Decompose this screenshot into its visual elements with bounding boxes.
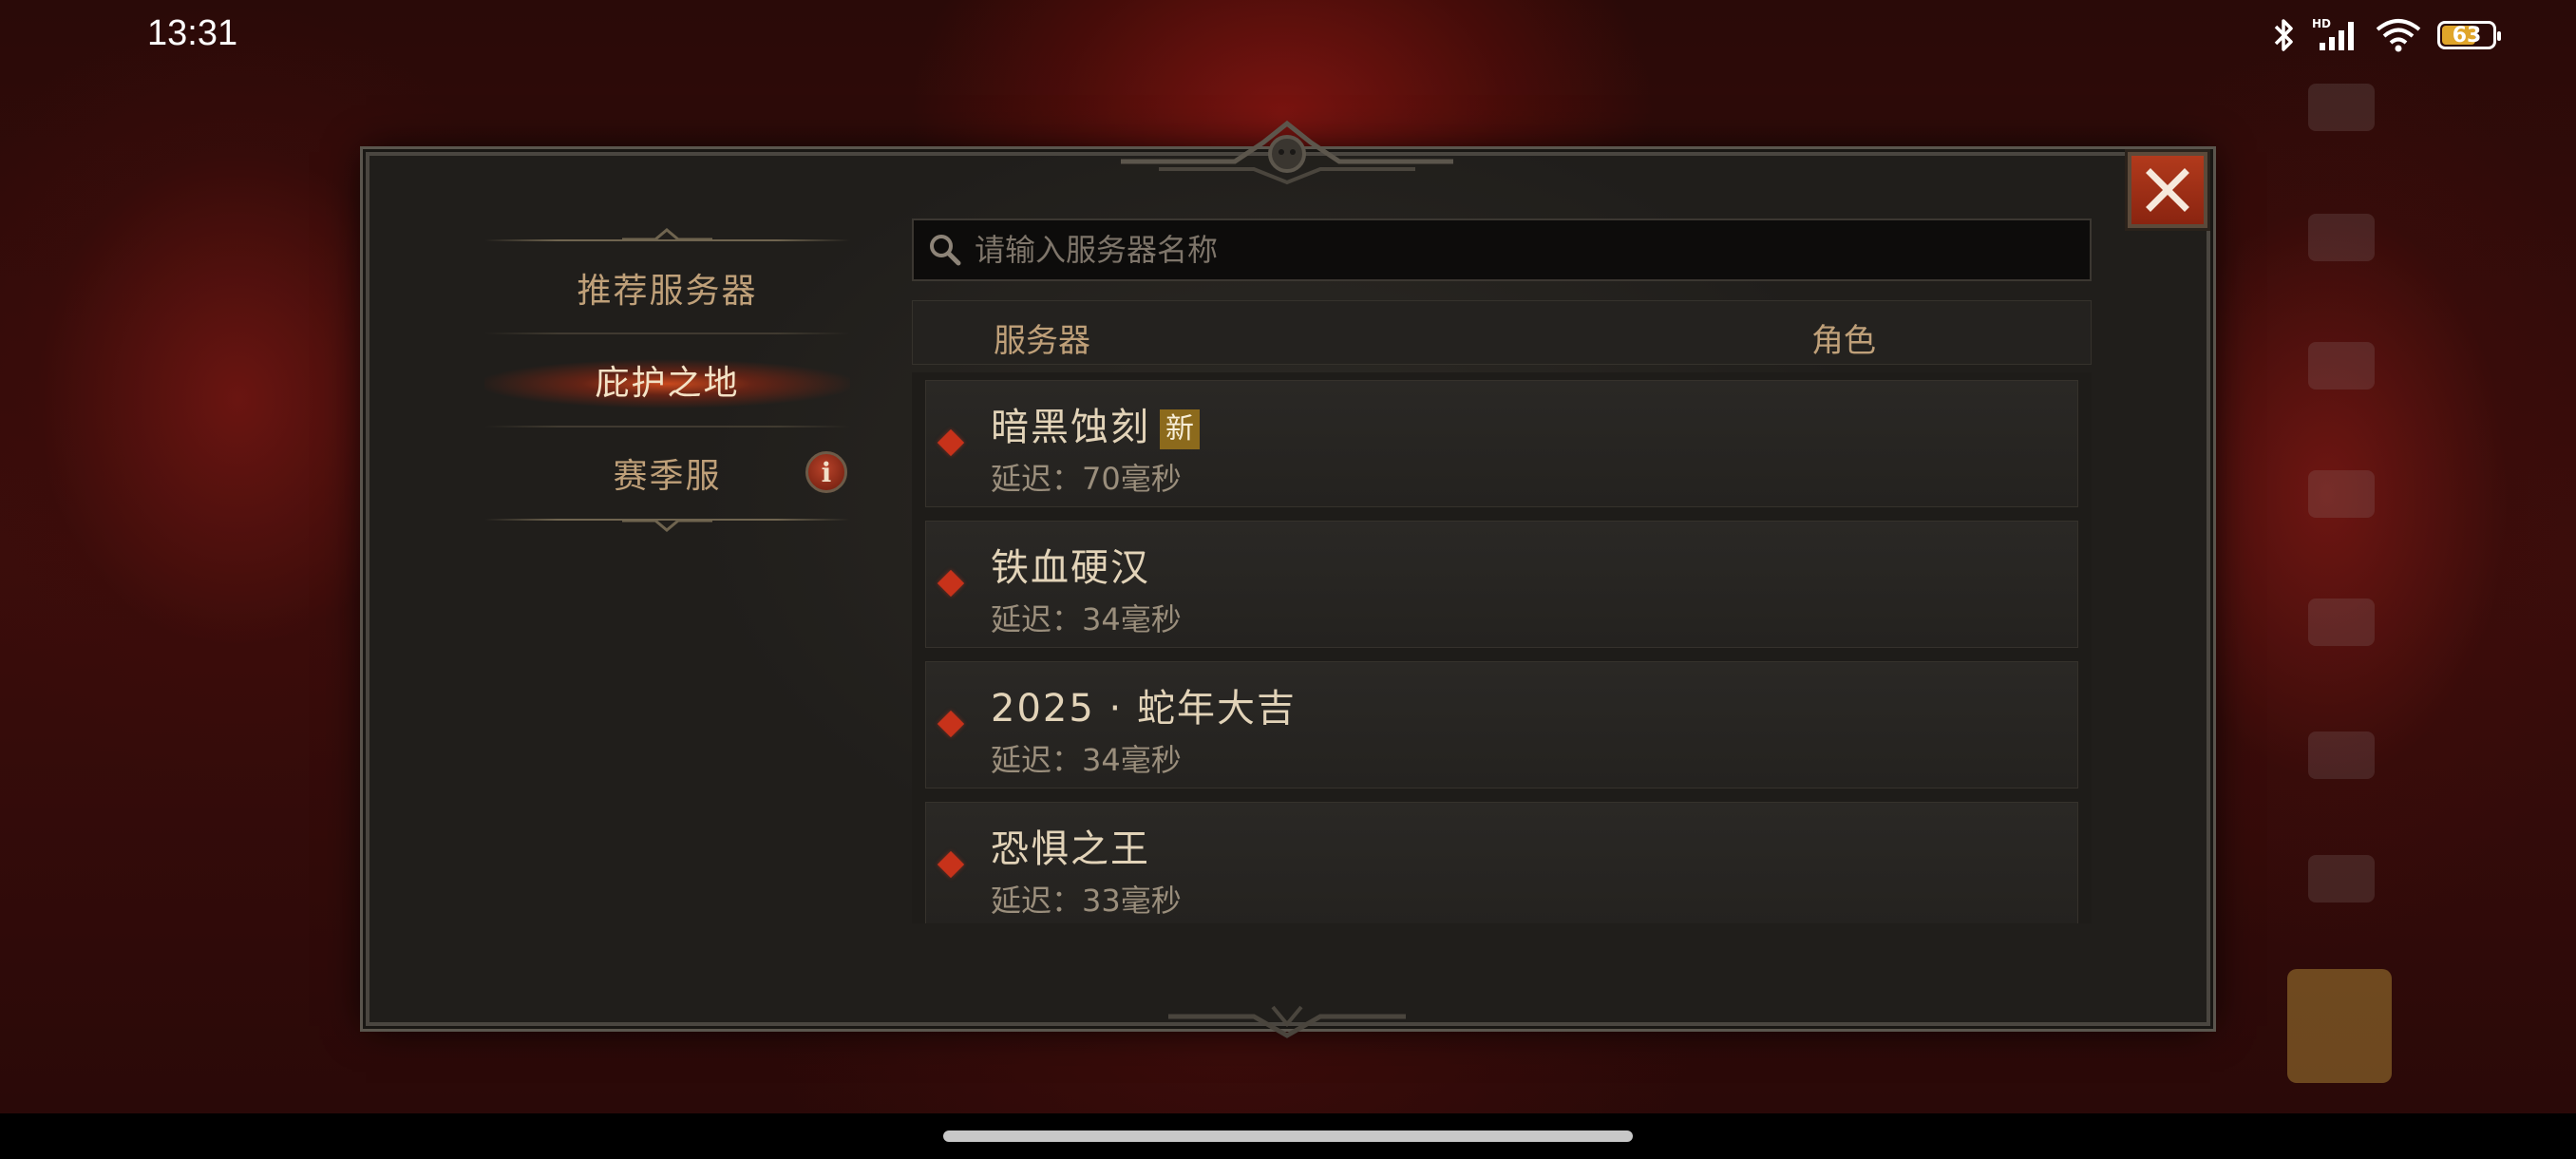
menu-item-recommended[interactable]: 推荐服务器 [484, 250, 850, 326]
status-diamond-icon [937, 569, 965, 598]
server-name: 暗黑蚀刻 [991, 406, 1150, 449]
server-row[interactable]: 恐惧之王 延迟：33毫秒 [925, 802, 2078, 923]
battery-level: 63 [2452, 23, 2482, 48]
table-header: 服务器 角色 [912, 300, 2092, 365]
background-menu-item [2308, 342, 2375, 390]
menu-divider [484, 332, 850, 334]
svg-text:HD: HD [2312, 17, 2331, 30]
status-diamond-icon [937, 850, 965, 879]
menu-item-sanctuary[interactable]: 庇护之地 [484, 342, 850, 418]
background-menu-item [2308, 598, 2375, 646]
search-icon [930, 235, 961, 266]
battery-icon: 63 [2437, 21, 2501, 49]
background-menu-item [2308, 732, 2375, 779]
bluetooth-icon [2274, 19, 2293, 51]
menu-ornament-icon [622, 519, 712, 532]
server-name: 恐惧之王 [991, 827, 1150, 871]
server-row[interactable]: 铁血硬汉 延迟：34毫秒 [925, 521, 2078, 648]
background-menu-item [2308, 214, 2375, 261]
server-name: 铁血硬汉 [991, 546, 1150, 590]
status-time: 13:31 [147, 13, 238, 53]
menu-item-season[interactable]: 赛季服 [484, 435, 850, 511]
column-header-server: 服务器 [994, 322, 1090, 360]
home-indicator[interactable] [943, 1130, 1633, 1142]
server-search[interactable] [912, 218, 2092, 281]
menu-item-label: 庇护之地 [595, 364, 740, 403]
background-menu-item [2308, 84, 2375, 131]
hd-signal-icon: HD [2312, 17, 2354, 50]
info-icon[interactable]: i [805, 451, 847, 493]
background-card [2287, 969, 2392, 1083]
menu-divider [484, 426, 850, 428]
dialog-ornament-bottom [1168, 1005, 1406, 1038]
server-name: 2025 · 蛇年大吉 [991, 687, 1297, 731]
menu-item-label: 赛季服 [613, 457, 722, 496]
close-icon [2146, 168, 2189, 212]
status-icons: HD 63 [2272, 13, 2501, 57]
status-diamond-icon [937, 428, 965, 457]
menu-ornament-icon [622, 228, 712, 241]
column-header-role: 角色 [1811, 322, 1876, 360]
menu-item-label: 推荐服务器 [577, 272, 758, 311]
server-latency: 延迟：70毫秒 [991, 461, 1182, 497]
background-menu-item [2308, 470, 2375, 518]
server-row[interactable]: 2025 · 蛇年大吉 延迟：34毫秒 [925, 661, 2078, 788]
dialog-ornament-top [1121, 120, 1453, 185]
new-badge: 新 [1160, 409, 1200, 449]
server-latency: 延迟：33毫秒 [991, 883, 1182, 919]
server-row[interactable]: 暗黑蚀刻新 延迟：70毫秒 [925, 380, 2078, 507]
background-menu-item [2308, 855, 2375, 902]
search-input[interactable] [973, 231, 2069, 269]
close-button[interactable] [2128, 152, 2207, 228]
status-diamond-icon [937, 710, 965, 738]
wifi-icon [2376, 19, 2421, 52]
server-list[interactable]: 暗黑蚀刻新 延迟：70毫秒 铁血硬汉 延迟：34毫秒 2025 · 蛇年大吉 延… [912, 372, 2092, 923]
server-latency: 延迟：34毫秒 [991, 742, 1182, 778]
server-latency: 延迟：34毫秒 [991, 601, 1182, 637]
